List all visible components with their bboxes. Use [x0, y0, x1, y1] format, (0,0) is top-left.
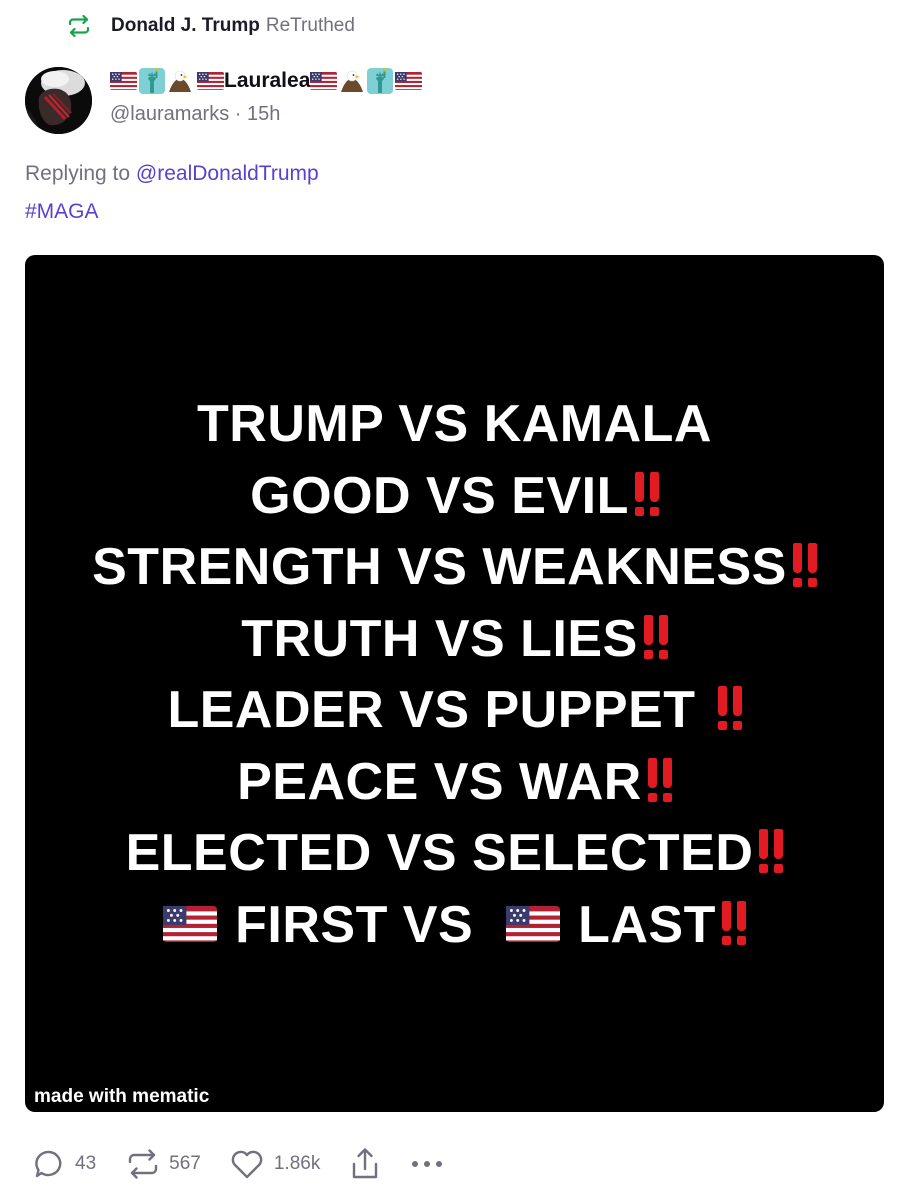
reply-button[interactable]: 43 — [33, 1148, 96, 1180]
share-icon — [350, 1147, 380, 1181]
media-text: TRUMP VS KAMALA GOOD VS EVIL STRENGTH VS… — [25, 389, 884, 961]
share-button[interactable] — [350, 1147, 380, 1181]
avatar[interactable] — [25, 67, 92, 134]
retruth-label: ReTruthed — [265, 15, 355, 36]
more-icon — [411, 1159, 443, 1169]
statue-of-liberty-icon — [367, 68, 393, 94]
display-name[interactable]: Lauralea — [110, 66, 422, 96]
eagle-icon — [167, 68, 193, 94]
retruth-icon — [66, 13, 92, 39]
like-icon — [230, 1149, 264, 1179]
double-exclamation-icon — [721, 900, 746, 945]
retruth-user-link[interactable]: Donald J. Trump — [111, 15, 260, 37]
statue-of-liberty-icon — [139, 68, 165, 94]
retruth-header: Donald J. Trump ReTruthed — [66, 12, 355, 40]
media-line: TRUTH VS LIES — [25, 604, 884, 676]
us-flag-icon — [310, 71, 337, 91]
media-line: GOOD VS EVIL — [25, 461, 884, 533]
eagle-icon — [339, 68, 365, 94]
retruth-count: 567 — [169, 1153, 201, 1174]
like-button[interactable]: 1.86k — [230, 1149, 320, 1179]
reply-icon — [33, 1148, 65, 1180]
replying-prefix: Replying to — [25, 162, 131, 185]
avatar-image — [25, 67, 92, 134]
reply-count: 43 — [75, 1153, 97, 1174]
like-count: 1.86k — [273, 1153, 321, 1174]
action-bar: 43 567 1.86k — [33, 1144, 443, 1184]
media-line: LEADER VS PUPPET — [25, 675, 884, 747]
hashtag-link[interactable]: #MAGA — [25, 200, 99, 224]
separator: · — [234, 103, 242, 125]
handle-row: @lauramarks · 15h — [110, 103, 280, 126]
us-flag-icon — [506, 906, 560, 942]
us-flag-icon — [110, 71, 137, 91]
post-time[interactable]: 15h — [247, 103, 280, 125]
double-exclamation-icon — [643, 614, 668, 659]
media-watermark: made with mematic — [34, 1086, 210, 1107]
retruth-button[interactable]: 567 — [127, 1149, 201, 1179]
us-flag-icon — [395, 71, 422, 91]
us-flag-icon — [197, 71, 224, 91]
media-line: FIRST VS LAST — [25, 890, 884, 962]
us-flag-icon — [163, 906, 217, 942]
double-exclamation-icon — [717, 686, 742, 731]
mention-link[interactable]: @realDonaldTrump — [136, 162, 319, 185]
replying-to: Replying to @realDonaldTrump — [25, 162, 319, 186]
media-line: STRENGTH VS WEAKNESS — [25, 532, 884, 604]
media-line: TRUMP VS KAMALA — [197, 395, 712, 453]
more-button[interactable] — [411, 1159, 443, 1169]
double-exclamation-icon — [647, 757, 672, 802]
double-exclamation-icon — [759, 829, 784, 874]
media-line: ELECTED VS SELECTED — [25, 818, 884, 890]
retruth-icon — [127, 1149, 159, 1179]
double-exclamation-icon — [634, 471, 659, 516]
display-name-text: Lauralea — [224, 69, 311, 92]
user-handle[interactable]: @lauramarks — [110, 103, 229, 125]
media-line: PEACE VS WAR — [25, 747, 884, 819]
double-exclamation-icon — [792, 543, 817, 588]
post-media-image[interactable]: TRUMP VS KAMALA GOOD VS EVIL STRENGTH VS… — [25, 255, 884, 1112]
